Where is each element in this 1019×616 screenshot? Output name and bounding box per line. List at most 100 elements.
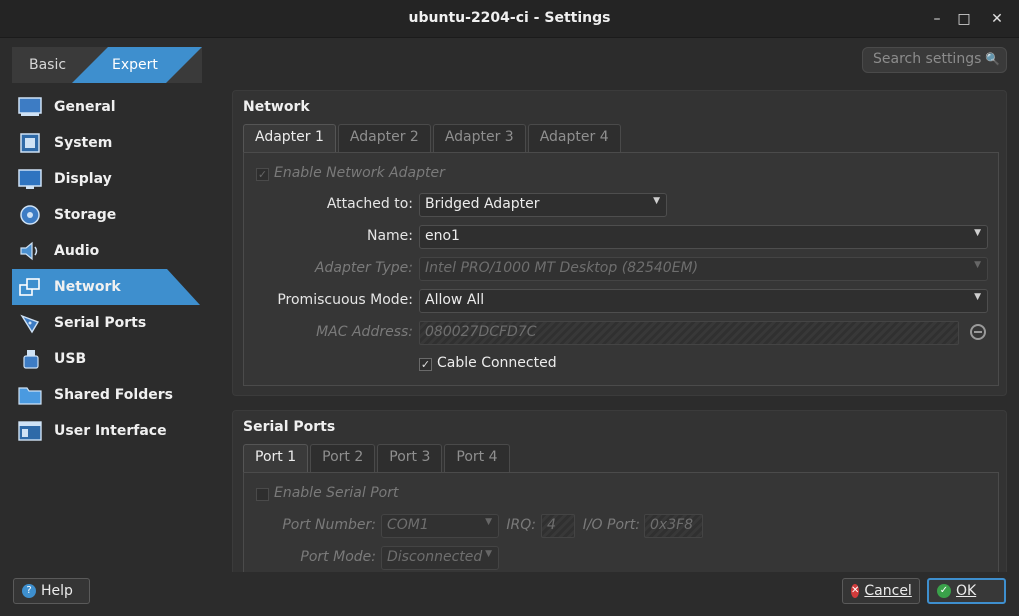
serial-ports-group: Serial Ports Port 1 Port 2 Port 3 Port 4… [232, 410, 1007, 572]
attached-to-value: Bridged Adapter [425, 196, 540, 212]
sidebar-item-system[interactable]: System [12, 125, 212, 161]
display-icon [18, 169, 42, 189]
chevron-down-icon: ▼ [974, 228, 981, 238]
attached-to-select[interactable]: Bridged Adapter ▼ [419, 193, 667, 217]
irq-field[interactable]: 4 [541, 514, 575, 538]
serial-ports-title: Serial Ports [243, 419, 336, 435]
dialog-body: Basic Expert Search settings 🔍 General S… [0, 38, 1019, 616]
sidebar-item-shared-folders[interactable]: Shared Folders [12, 377, 212, 413]
general-icon [18, 97, 42, 116]
sidebar-item-label: System [54, 135, 113, 151]
enable-network-adapter-label: Enable Network Adapter [274, 165, 445, 181]
sidebar-item-audio[interactable]: Audio [12, 233, 212, 269]
network-tabs: Adapter 1 Adapter 2 Adapter 3 Adapter 4 [243, 124, 623, 152]
sidebar-item-network[interactable]: Network [12, 269, 200, 305]
maximize-icon[interactable]: □ [954, 9, 974, 29]
sidebar-item-label: Storage [54, 207, 117, 223]
port-mode-value: Disconnected [387, 549, 483, 565]
sidebar-item-label: Shared Folders [54, 387, 173, 403]
sidebar-item-storage[interactable]: Storage [12, 197, 212, 233]
sidebar-item-user-interface[interactable]: User Interface [12, 413, 212, 449]
adapter-type-select[interactable]: Intel PRO/1000 MT Desktop (82540EM) ▼ [419, 257, 988, 281]
tab-adapter-1[interactable]: Adapter 1 [243, 124, 336, 152]
promiscuous-mode-value: Allow All [425, 292, 485, 308]
enable-serial-port-checkbox[interactable] [256, 488, 269, 501]
mac-address-field[interactable]: 080027DCFD7C [419, 321, 959, 345]
serial-ports-icon [20, 314, 40, 334]
audio-icon [20, 241, 38, 261]
adapter-type-label: Adapter Type: [314, 260, 413, 276]
mode-expert-button[interactable]: Expert [72, 47, 202, 83]
io-port-label: I/O Port: [582, 517, 640, 533]
tab-adapter-3[interactable]: Adapter 3 [432, 124, 526, 152]
attached-to-label: Attached to: [326, 196, 413, 212]
search-placeholder: Search settings [873, 51, 982, 67]
promiscuous-mode-label: Promiscuous Mode: [277, 292, 413, 308]
check-icon: ✓ [937, 584, 951, 598]
tab-port-3[interactable]: Port 3 [377, 444, 443, 472]
adapter-pane: ✓ Enable Network Adapter Attached to: Br… [243, 152, 999, 386]
name-label: Name: [366, 228, 413, 244]
sidebar: General System Display Storage Audio Net… [12, 89, 212, 449]
usb-icon [23, 350, 39, 369]
cable-connected-checkbox[interactable]: ✓ [419, 358, 432, 371]
sidebar-item-usb[interactable]: USB [12, 341, 212, 377]
tab-port-1[interactable]: Port 1 [243, 444, 309, 472]
user-interface-icon [18, 421, 42, 441]
sidebar-item-label: Serial Ports [54, 315, 147, 331]
sidebar-item-label: General [54, 99, 116, 115]
sidebar-item-label: Audio [54, 243, 100, 259]
refresh-icon[interactable] [969, 323, 987, 341]
mode-basic-button[interactable]: Basic [12, 47, 82, 83]
serial-port-pane: Enable Serial Port Port Number: COM1 ▼ I… [243, 472, 999, 572]
sidebar-item-label: Network [54, 279, 121, 295]
title-bar: ubuntu-2204-ci - Settings – □ ✕ [0, 0, 1019, 38]
chevron-down-icon: ▼ [485, 517, 492, 527]
cancel-icon: ✕ [851, 584, 860, 598]
sidebar-item-general[interactable]: General [12, 89, 212, 125]
enable-network-adapter-checkbox[interactable]: ✓ [256, 168, 269, 181]
search-input[interactable]: Search settings 🔍 [862, 47, 1007, 73]
chevron-down-icon: ▼ [974, 292, 981, 302]
tab-adapter-2[interactable]: Adapter 2 [337, 124, 431, 152]
chevron-down-icon: ▼ [485, 549, 492, 559]
help-label: Help [41, 583, 73, 599]
sidebar-item-label: User Interface [54, 423, 167, 439]
storage-icon [20, 205, 40, 225]
irq-label: IRQ: [506, 517, 536, 533]
help-button[interactable]: ? Help [13, 578, 90, 604]
shared-folders-icon [18, 387, 42, 405]
sidebar-item-display[interactable]: Display [12, 161, 212, 197]
mode-expert-label: Expert [112, 57, 158, 73]
tab-port-4[interactable]: Port 4 [444, 444, 510, 472]
system-icon [20, 133, 40, 153]
sidebar-item-label: USB [54, 351, 87, 367]
cancel-label: Cancel [864, 583, 912, 599]
close-icon[interactable]: ✕ [987, 9, 1007, 29]
minimize-icon[interactable]: – [927, 9, 947, 29]
chevron-down-icon: ▼ [974, 260, 981, 270]
name-select[interactable]: eno1 ▼ [419, 225, 988, 249]
cancel-button[interactable]: ✕ Cancel [842, 578, 920, 604]
tab-port-2[interactable]: Port 2 [310, 444, 376, 472]
network-title: Network [243, 99, 310, 115]
sidebar-item-serial-ports[interactable]: Serial Ports [12, 305, 212, 341]
port-number-value: COM1 [387, 517, 429, 533]
help-icon: ? [22, 584, 36, 598]
cable-connected-label: Cable Connected [437, 355, 557, 371]
network-icon [19, 278, 40, 296]
port-mode-select[interactable]: Disconnected ▼ [381, 546, 499, 570]
window-title: ubuntu-2204-ci - Settings [408, 10, 611, 26]
port-mode-label: Port Mode: [300, 549, 376, 565]
promiscuous-mode-select[interactable]: Allow All ▼ [419, 289, 988, 313]
serial-tabs: Port 1 Port 2 Port 3 Port 4 [243, 444, 512, 472]
tab-adapter-4[interactable]: Adapter 4 [527, 124, 621, 152]
io-port-field[interactable]: 0x3F8 [644, 514, 703, 538]
name-value: eno1 [425, 228, 460, 244]
port-number-select[interactable]: COM1 ▼ [381, 514, 499, 538]
chevron-down-icon: ▼ [653, 196, 660, 206]
search-icon: 🔍 [985, 52, 1000, 66]
mode-switch: Basic Expert [12, 47, 202, 83]
mac-address-label: MAC Address: [316, 324, 413, 340]
ok-button[interactable]: ✓ OK [927, 578, 1006, 604]
